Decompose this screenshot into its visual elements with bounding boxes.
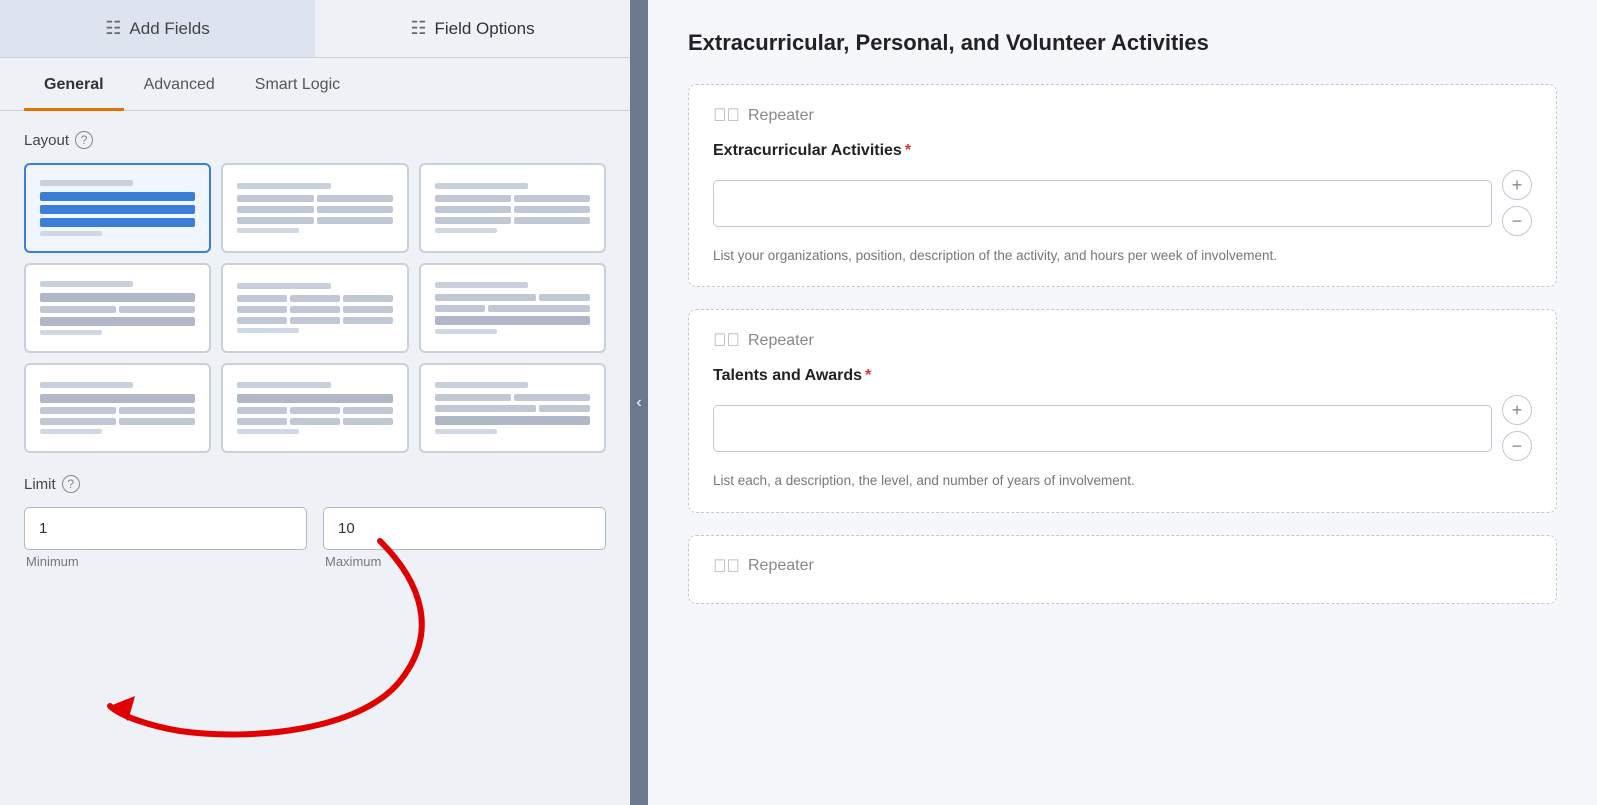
tab-add-fields[interactable]: ☷ Add Fields <box>0 0 315 57</box>
form-title: Extracurricular, Personal, and Volunteer… <box>688 30 1557 56</box>
field-hint-2: List each, a description, the level, and… <box>713 471 1532 491</box>
add-row-btn-2[interactable]: + <box>1502 395 1532 425</box>
repeater-label-3: Repeater <box>748 557 814 575</box>
layout-option-4[interactable] <box>24 263 211 353</box>
max-field: Maximum <box>323 507 606 569</box>
field-input-row-2: + − <box>713 395 1532 461</box>
tab-field-options[interactable]: ☷ Field Options <box>315 0 630 57</box>
repeater-label-row-1: 👁⃤ Repeater <box>713 105 1532 126</box>
field-input-2[interactable] <box>713 405 1492 452</box>
repeater-block-2: 👁⃤ Repeater Talents and Awards* + − List… <box>688 309 1557 512</box>
right-panel: Extracurricular, Personal, and Volunteer… <box>648 0 1597 805</box>
limit-inputs-row: Minimum Maximum <box>24 507 606 569</box>
field-hint-1: List your organizations, position, descr… <box>713 246 1532 266</box>
top-tabs-bar: ☷ Add Fields ☷ Field Options <box>0 0 630 58</box>
row-actions-1: + − <box>1502 170 1532 236</box>
field-input-1[interactable] <box>713 180 1492 227</box>
row-actions-2: + − <box>1502 395 1532 461</box>
layout-section-label: Layout ? <box>24 131 606 149</box>
sub-tabs-bar: General Advanced Smart Logic <box>0 58 630 111</box>
panel-content: Layout ? <box>0 111 630 805</box>
remove-row-btn-1[interactable]: − <box>1502 206 1532 236</box>
field-input-row-1: + − <box>713 170 1532 236</box>
sub-tab-general[interactable]: General <box>24 58 124 111</box>
repeater-icon-1: 👁⃤ <box>713 105 740 126</box>
layout-option-5[interactable] <box>221 263 408 353</box>
limit-help-icon[interactable]: ? <box>62 475 80 493</box>
repeater-block-1: 👁⃤ Repeater Extracurricular Activities* … <box>688 84 1557 287</box>
panel-divider[interactable]: ‹ <box>630 0 648 805</box>
layout-option-8[interactable] <box>221 363 408 453</box>
tab-add-fields-label: Add Fields <box>129 19 209 39</box>
min-field: Minimum <box>24 507 307 569</box>
field-label-1: Extracurricular Activities* <box>713 142 1532 160</box>
required-star-1: * <box>905 142 911 159</box>
min-label: Minimum <box>24 554 307 569</box>
layout-option-7[interactable] <box>24 363 211 453</box>
max-label: Maximum <box>323 554 606 569</box>
add-row-btn-1[interactable]: + <box>1502 170 1532 200</box>
field-options-icon: ☷ <box>410 18 426 39</box>
repeater-label-1: Repeater <box>748 107 814 125</box>
sub-tab-advanced[interactable]: Advanced <box>124 58 235 111</box>
field-label-2: Talents and Awards* <box>713 367 1532 385</box>
repeater-label-2: Repeater <box>748 332 814 350</box>
repeater-block-3: 👁⃤ Repeater <box>688 535 1557 604</box>
min-input[interactable] <box>24 507 307 550</box>
layout-help-icon[interactable]: ? <box>75 131 93 149</box>
layout-option-6[interactable] <box>419 263 606 353</box>
limit-section: Limit ? Minimum Maximum <box>24 475 606 569</box>
layout-grid <box>24 163 606 453</box>
limit-section-label: Limit ? <box>24 475 606 493</box>
remove-row-btn-2[interactable]: − <box>1502 431 1532 461</box>
add-fields-icon: ☷ <box>105 18 121 39</box>
repeater-label-row-3: 👁⃤ Repeater <box>713 556 1532 577</box>
left-panel: ☷ Add Fields ☷ Field Options General Adv… <box>0 0 630 805</box>
repeater-label-row-2: 👁⃤ Repeater <box>713 330 1532 351</box>
collapse-icon: ‹ <box>636 394 641 412</box>
layout-option-2[interactable] <box>221 163 408 253</box>
required-star-2: * <box>865 367 871 384</box>
max-input[interactable] <box>323 507 606 550</box>
tab-field-options-label: Field Options <box>434 19 534 39</box>
layout-option-9[interactable] <box>419 363 606 453</box>
repeater-icon-3: 👁⃤ <box>713 556 740 577</box>
layout-option-3[interactable] <box>419 163 606 253</box>
repeater-icon-2: 👁⃤ <box>713 330 740 351</box>
layout-option-1[interactable] <box>24 163 211 253</box>
sub-tab-smart-logic[interactable]: Smart Logic <box>235 58 360 111</box>
